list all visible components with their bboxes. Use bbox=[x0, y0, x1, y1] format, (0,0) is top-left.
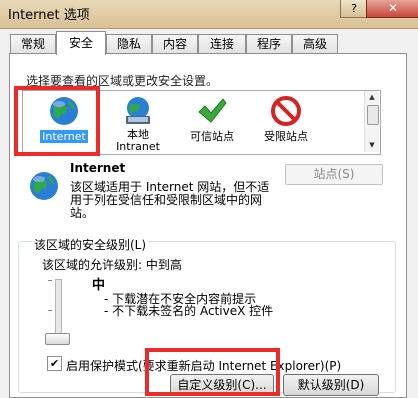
tab-programs[interactable]: 程序 bbox=[246, 34, 292, 54]
zone-restricted-sites-label: 受限站点 bbox=[264, 130, 308, 143]
tab-advanced[interactable]: 高级 bbox=[292, 34, 338, 54]
zone-trusted-sites-label: 可信站点 bbox=[190, 130, 234, 143]
zone-info-title: Internet bbox=[70, 161, 126, 175]
slider-tick bbox=[48, 310, 52, 311]
default-level-button[interactable]: 默认级别(D) bbox=[283, 374, 379, 396]
zone-local-intranet[interactable]: 本地 Intranet bbox=[101, 91, 175, 153]
scrollbar-thumb[interactable] bbox=[367, 105, 379, 125]
tab-security[interactable]: 安全 bbox=[56, 31, 106, 55]
tab-general[interactable]: 常规 bbox=[10, 34, 56, 54]
globe-icon bbox=[30, 172, 58, 200]
restricted-icon bbox=[271, 96, 301, 126]
tab-connections[interactable]: 连接 bbox=[198, 34, 246, 54]
checkmark-icon bbox=[198, 98, 227, 123]
zone-restricted-sites[interactable]: 受限站点 bbox=[249, 91, 323, 152]
zone-local-intranet-label-2: Intranet bbox=[116, 140, 160, 153]
zone-info-description: 该区域适用于 Internet 网站，但不适用于列在受信任和受限制区域中的网站。 bbox=[70, 180, 270, 220]
scroll-up-icon[interactable]: ▲ bbox=[366, 92, 378, 103]
highlight-box-internet bbox=[14, 86, 100, 156]
protected-mode-checkbox[interactable]: ✔ bbox=[47, 356, 62, 371]
tab-privacy[interactable]: 隐私 bbox=[106, 34, 152, 54]
allowed-level-label: 该区域的允许级别: 中到高 bbox=[42, 258, 182, 272]
slider-tick bbox=[48, 280, 52, 281]
close-button[interactable]: ✕ bbox=[366, 0, 418, 18]
scroll-down-icon[interactable]: ▼ bbox=[366, 140, 378, 151]
zone-list-scrollbar[interactable]: ▲ ▼ bbox=[364, 91, 379, 152]
zone-trusted-sites[interactable]: 可信站点 bbox=[175, 91, 249, 152]
local-intranet-icon bbox=[126, 97, 150, 124]
sites-button[interactable]: 站点(S) bbox=[285, 164, 383, 185]
slider-thumb[interactable] bbox=[45, 333, 70, 345]
help-button[interactable]: ? bbox=[340, 0, 368, 18]
security-level-group-title: 该区域的安全级别(L) bbox=[32, 236, 149, 253]
window-title: Internet 选项 bbox=[8, 8, 90, 23]
level-description-line: - 不下载未签名的 ActiveX 控件 bbox=[104, 304, 274, 318]
highlight-box-custom-level bbox=[145, 348, 280, 396]
tab-content[interactable]: 内容 bbox=[152, 34, 198, 54]
